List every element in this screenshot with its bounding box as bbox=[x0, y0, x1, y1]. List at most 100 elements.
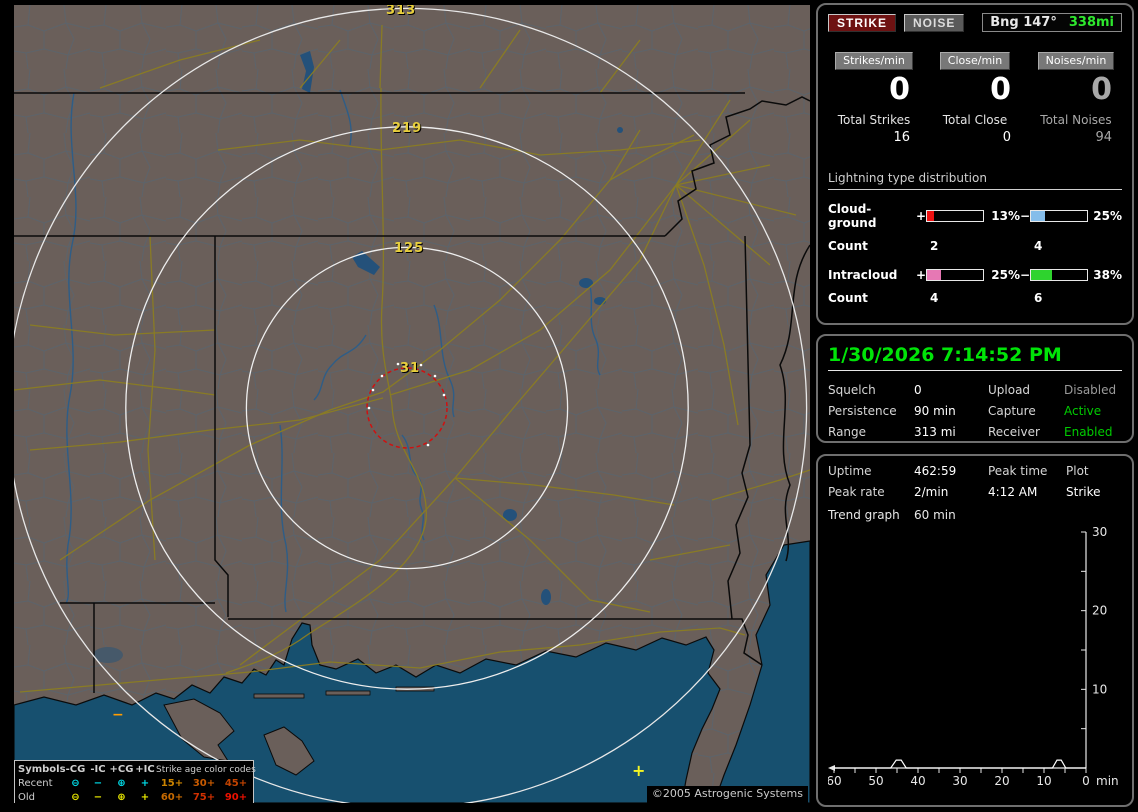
legend-recent-label: Recent bbox=[18, 778, 53, 789]
total-close-value: 0 bbox=[1002, 130, 1011, 145]
ic-minus-bar bbox=[1030, 269, 1088, 281]
ic-plus-bar-fill bbox=[927, 270, 941, 280]
legend-old-label: Old bbox=[18, 792, 35, 803]
cg-minus-count: 4 bbox=[1034, 239, 1043, 253]
capture-label: Capture bbox=[988, 404, 1036, 418]
age-30: 30+ bbox=[192, 778, 216, 789]
minus-sign: − bbox=[1020, 268, 1031, 282]
cloud-ground-label: Cloud-ground bbox=[828, 202, 877, 230]
peak-rate-value: 2/min bbox=[914, 485, 949, 499]
svg-text:min: min bbox=[1096, 774, 1119, 788]
close-per-min-value: 0 bbox=[990, 72, 1011, 107]
neg-cg-old-icon: ⊖ bbox=[71, 792, 80, 803]
noises-per-min-value: 0 bbox=[1091, 72, 1112, 107]
noises-per-min-chip[interactable]: Noises/min bbox=[1037, 52, 1115, 70]
bearing-readout: Bng 147° 338mi bbox=[982, 13, 1122, 32]
intracloud-label: Intracloud bbox=[828, 268, 898, 282]
svg-text:40: 40 bbox=[910, 774, 925, 788]
total-noises-value: 94 bbox=[1095, 130, 1112, 145]
range-label: Range bbox=[828, 425, 867, 439]
close-column: Close/min 0 Total Close 0 bbox=[929, 52, 1021, 145]
cloud-ground-row: Cloud-ground + 13% − 25% bbox=[828, 202, 1122, 230]
app-window: { "toolbar": { "strike_label": "STRIKE",… bbox=[0, 0, 1138, 812]
ring-label-313: 313 bbox=[386, 5, 417, 18]
symbols-legend: Symbols -CG -IC +CG +IC Strike age color… bbox=[14, 760, 256, 803]
cg-minus-bar-fill bbox=[1031, 211, 1045, 221]
neg-ic-old-icon: − bbox=[93, 792, 103, 803]
legend-symbols-header: Symbols bbox=[18, 764, 66, 775]
ring-label-219: 219 bbox=[392, 121, 423, 136]
total-close-label: Total Close bbox=[942, 113, 1008, 127]
svg-text:0: 0 bbox=[1082, 774, 1090, 788]
ic-count-label: Count bbox=[828, 291, 868, 305]
trend-panel: Uptime 462:59 Peak time Plot Peak rate 2… bbox=[816, 454, 1134, 807]
persistence-value: 90 min bbox=[914, 404, 956, 418]
svg-text:20: 20 bbox=[994, 774, 1009, 788]
ring-label-125: 125 bbox=[394, 241, 425, 256]
ic-minus-count: 6 bbox=[1034, 291, 1043, 305]
pos-ic-recent-icon: + bbox=[140, 778, 150, 789]
plot-mode-value: Strike bbox=[1066, 485, 1101, 499]
svg-text:10: 10 bbox=[1092, 682, 1107, 696]
pos-cg-recent-icon: ⊕ bbox=[117, 778, 126, 789]
close-per-min-chip[interactable]: Close/min bbox=[939, 52, 1011, 70]
receiver-label: Receiver bbox=[988, 425, 1040, 439]
upload-label: Upload bbox=[988, 383, 1031, 397]
strikes-per-min-chip[interactable]: Strikes/min bbox=[835, 52, 913, 70]
neg-ic-recent-icon: − bbox=[93, 778, 103, 789]
strikes-column: Strikes/min 0 Total Strikes 16 bbox=[828, 52, 920, 145]
svg-text:60: 60 bbox=[828, 774, 842, 788]
receiver-status: Enabled bbox=[1064, 425, 1113, 439]
pos-cg-old-icon: ⊕ bbox=[117, 792, 126, 803]
peak-time-header: Peak time bbox=[988, 464, 1048, 478]
cg-plus-pct: 13% bbox=[991, 209, 1020, 223]
ic-plus-pct: 25% bbox=[991, 268, 1020, 282]
bearing-label: Bng 147° bbox=[990, 15, 1057, 30]
intracloud-count-row: Count 4 6 bbox=[828, 291, 1122, 305]
age-90: 90+ bbox=[224, 792, 248, 803]
persistence-label: Persistence bbox=[828, 404, 897, 418]
neg-cg-recent-icon: ⊖ bbox=[71, 778, 80, 789]
distribution-title: Lightning type distribution bbox=[828, 171, 1122, 190]
svg-text:10: 10 bbox=[1036, 774, 1051, 788]
legend-col-neg-ic: -IC bbox=[90, 764, 106, 775]
lightning-map[interactable]: 313 219 125 31 + − Symbols -CG -IC +CG +… bbox=[14, 5, 810, 803]
ic-minus-bar-fill bbox=[1031, 270, 1053, 280]
cg-plus-bar bbox=[926, 210, 984, 222]
strikes-per-min-value: 0 bbox=[889, 72, 910, 107]
ic-plus-bar bbox=[926, 269, 984, 281]
cg-minus-bar bbox=[1030, 210, 1088, 222]
status-panel: 1/30/2026 7:14:52 PM Squelch 0 Upload Di… bbox=[816, 334, 1134, 443]
range-value: 313 mi bbox=[914, 425, 956, 439]
legend-col-neg-cg: -CG bbox=[65, 764, 86, 775]
plus-sign: + bbox=[916, 209, 927, 223]
uptime-label: Uptime bbox=[828, 464, 872, 478]
age-45: 45+ bbox=[224, 778, 248, 789]
legend-col-pos-cg: +CG bbox=[109, 764, 134, 775]
svg-text:30: 30 bbox=[1092, 526, 1107, 539]
ring-label-31: 31 bbox=[400, 361, 421, 376]
peak-rate-label: Peak rate bbox=[828, 485, 885, 499]
pos-ic-old-icon: + bbox=[140, 792, 150, 803]
strike-stats-panel: STRIKE NOISE Bng 147° 338mi Strikes/min … bbox=[816, 3, 1134, 325]
intracloud-row: Intracloud + 25% − 38% bbox=[828, 268, 1122, 282]
minus-sign: − bbox=[1020, 209, 1031, 223]
legend-age-title: Strike age color codes bbox=[156, 765, 256, 775]
trend-graph: 60 50 40 30 20 10 0 min 10 20 30 bbox=[828, 526, 1119, 788]
noise-toggle-button[interactable]: NOISE bbox=[904, 13, 965, 32]
squelch-value: 0 bbox=[914, 383, 922, 397]
cloud-ground-count-row: Count 2 4 bbox=[828, 239, 1122, 253]
trend-graph-label: Trend graph bbox=[828, 508, 900, 522]
cg-minus-pct: 25% bbox=[1093, 209, 1122, 223]
age-75: 75+ bbox=[192, 792, 216, 803]
strike-toggle-button[interactable]: STRIKE bbox=[828, 13, 897, 32]
copyright-text: ©2005 Astrogenic Systems bbox=[646, 786, 808, 803]
svg-text:20: 20 bbox=[1092, 604, 1107, 618]
cg-plus-bar-fill bbox=[927, 211, 935, 221]
bearing-distance: 338mi bbox=[1068, 15, 1114, 30]
cg-count-label: Count bbox=[828, 239, 868, 253]
strike-marker-ic-old: + bbox=[632, 761, 646, 780]
svg-text:30: 30 bbox=[952, 774, 967, 788]
plus-sign: + bbox=[916, 268, 927, 282]
ic-minus-pct: 38% bbox=[1093, 268, 1122, 282]
